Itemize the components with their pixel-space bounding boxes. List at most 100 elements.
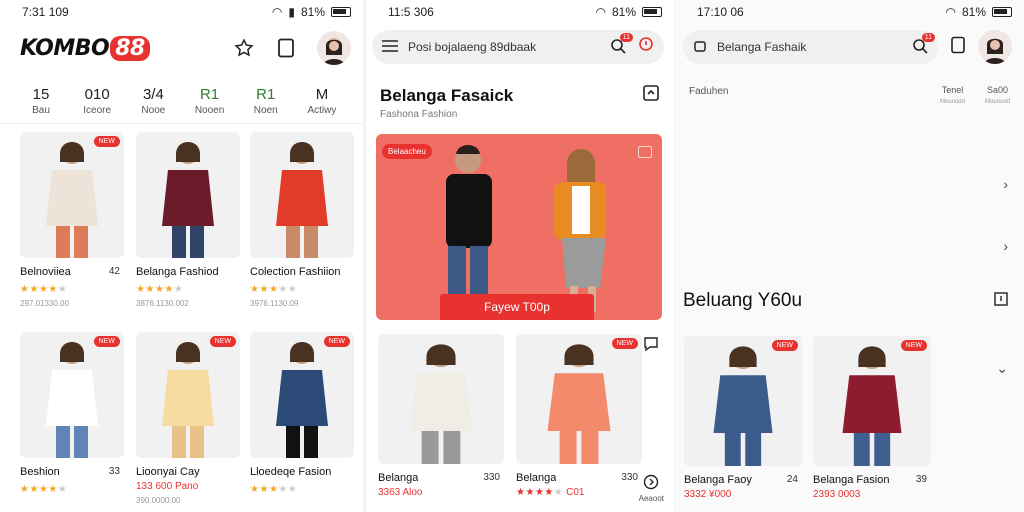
product-image	[684, 336, 802, 466]
product-count: 330	[483, 472, 500, 483]
star-icon[interactable]	[233, 37, 255, 59]
filter-tab[interactable]: Sa00 Mounodd	[984, 85, 1010, 106]
product-card[interactable]: NEW Belanga Faoy 24 3332 ¥000	[684, 336, 802, 500]
battery-percent: 81%	[611, 5, 636, 19]
battery-percent: 81%	[300, 5, 325, 19]
chat-icon[interactable]	[643, 336, 659, 354]
hero-banner[interactable]: Belaacheu Fayew T00p	[376, 134, 662, 320]
chevron-down-icon[interactable]: ⌄	[996, 360, 1008, 377]
product-image-wrap: NEW	[250, 332, 354, 458]
wifi-icon: ◠	[595, 5, 606, 19]
app-logo[interactable]: KOMBO 88	[20, 35, 150, 61]
menu-icon[interactable]	[382, 39, 398, 55]
product-name: Belanga Fashiod	[136, 266, 219, 278]
wifi-icon: ◠	[271, 5, 283, 19]
star-icon: ★	[259, 484, 269, 495]
avatar[interactable]	[978, 30, 1012, 64]
product-price: 3332 ¥000	[684, 489, 732, 500]
category-tab[interactable]: R1 Nooen	[187, 86, 233, 123]
battery-icon	[992, 7, 1012, 17]
expand-icon[interactable]	[994, 292, 1008, 309]
product-image-wrap: NEW	[20, 132, 124, 258]
star-icon: ★	[57, 484, 68, 495]
save-icon[interactable]	[642, 84, 660, 107]
product-meta: 3876.1130.002	[136, 299, 189, 308]
product-card[interactable]: Belanga Fashiod ★★★★★ 3876.1130.002	[136, 132, 240, 322]
product-title-row: Belanga Fasion 39	[813, 474, 931, 486]
category-tab[interactable]: 15 Bau	[18, 86, 64, 137]
product-card[interactable]: Colection Fashiion ★★★★★ 3976.1130.09	[250, 132, 354, 322]
filter-tab[interactable]: Tenel Mounodd	[940, 85, 965, 106]
product-card[interactable]: NEW Belanga Fasion 39 2393 0003	[813, 336, 931, 500]
search-icon[interactable]: 11	[610, 32, 633, 57]
notification-badge: 11	[921, 32, 935, 42]
product-name: Colection Fashiion	[250, 266, 341, 278]
category-label: Bau	[32, 105, 50, 116]
product-count: 42	[108, 266, 120, 277]
account-icon[interactable]	[643, 474, 659, 492]
category-tabs: 15 Bau 010 Iceore 3/4 Nooe R1 Nooen R1 Noen M Actiw…	[0, 72, 363, 137]
product-card[interactable]: Belanga 330 3363 Aloo	[378, 334, 504, 498]
new-badge: NEW	[900, 340, 927, 351]
product-name: Lioonyai Cay	[136, 466, 200, 478]
screen-home: 7:31 109 ◠ ▮ 81% KOMBO 88 15 Bau 010 Ice…	[0, 0, 363, 512]
product-title-row: Lioonyai Cay	[136, 466, 240, 478]
avatar[interactable]	[317, 31, 351, 65]
star-icon: ★	[278, 284, 288, 295]
filter-tab-label: Sa00	[986, 85, 1008, 95]
category-tab[interactable]: M Actiwy	[299, 86, 345, 123]
status-time: 11:5 306	[388, 5, 434, 19]
chevron-right-icon[interactable]: ›	[1003, 238, 1008, 254]
product-image	[20, 132, 124, 258]
section-title: Beluang Y60u	[683, 290, 803, 311]
category-value: 15	[32, 86, 50, 103]
status-time: 7:31 109	[22, 5, 69, 19]
location-icon[interactable]	[638, 36, 654, 58]
bookmark-icon[interactable]	[275, 37, 297, 59]
filter-tabs: Faduhen Tenel Mounodd Sa00 Mounodd	[675, 85, 1024, 106]
product-count: 39	[915, 474, 927, 485]
product-card[interactable]: NEW Belnoviiea 42 ★★★★★ 297.01330.00	[20, 132, 124, 322]
product-count: 330	[621, 472, 638, 483]
chevron-right-icon[interactable]: ›	[1003, 176, 1008, 192]
star-icon: ★	[278, 484, 288, 495]
product-title-row: Beshion 33	[20, 466, 124, 478]
rating-stars: ★★★★★	[20, 484, 124, 495]
product-name: Belanga Faoy	[684, 474, 752, 486]
category-tab[interactable]: R1 Noen	[243, 86, 289, 123]
product-image-wrap: NEW	[813, 336, 931, 466]
product-title-row: Belanga 330	[378, 472, 504, 484]
product-card[interactable]: NEW Lioonyai Cay 133 600 Pano 390.0000.00	[136, 332, 240, 512]
star-icon: ★	[38, 284, 49, 295]
search-icon[interactable]: 11	[912, 32, 935, 57]
product-card[interactable]: NEW Lloedeqe Fasion ★★★★★	[250, 332, 354, 512]
bookmark-icon[interactable]	[950, 36, 966, 59]
app-bar: KOMBO 88	[0, 24, 363, 72]
product-card[interactable]: NEW Beshion 33 ★★★★★	[20, 332, 124, 512]
product-image	[20, 332, 124, 458]
search-input[interactable]: Posi bojalaeng 89dbaak	[408, 40, 536, 54]
account-label: Aeaoot	[638, 494, 664, 503]
category-tab[interactable]: 3/4 Nooe	[130, 86, 176, 123]
status-bar: 7:31 109 ◠ ▮ 81%	[0, 0, 363, 24]
filter-tab-sub: Mounodd	[984, 98, 1010, 105]
star-icon: ★	[287, 484, 298, 495]
star-icon: ★	[259, 284, 269, 295]
price-note: Pano	[174, 481, 199, 492]
category-value: 010	[84, 86, 110, 103]
product-title-row: Lloedeqe Fasion	[250, 466, 354, 478]
star-icon: ★	[29, 284, 39, 295]
product-price: 2393 0003	[813, 489, 861, 500]
product-title-row: Belanga 330	[516, 472, 642, 484]
signal-icon: ▮	[288, 5, 295, 19]
category-tab[interactable]: 010 Iceore	[74, 86, 120, 123]
search-bar[interactable]: Posi bojalaeng 89dbaak 11	[372, 30, 664, 64]
search-input[interactable]: Belanga Fashaik	[717, 40, 806, 54]
tab-fashion[interactable]: Faduhen	[689, 86, 728, 106]
hero-cta-button[interactable]: Fayew T00p	[440, 294, 594, 320]
star-icon: ★	[287, 284, 298, 295]
product-card[interactable]: NEW Belanga 330 ★★★★★ C01	[516, 334, 642, 498]
category-value: R1	[256, 86, 276, 103]
search-bar[interactable]: Belanga Fashaik 11	[683, 30, 938, 64]
star-icon: ★	[154, 284, 165, 295]
